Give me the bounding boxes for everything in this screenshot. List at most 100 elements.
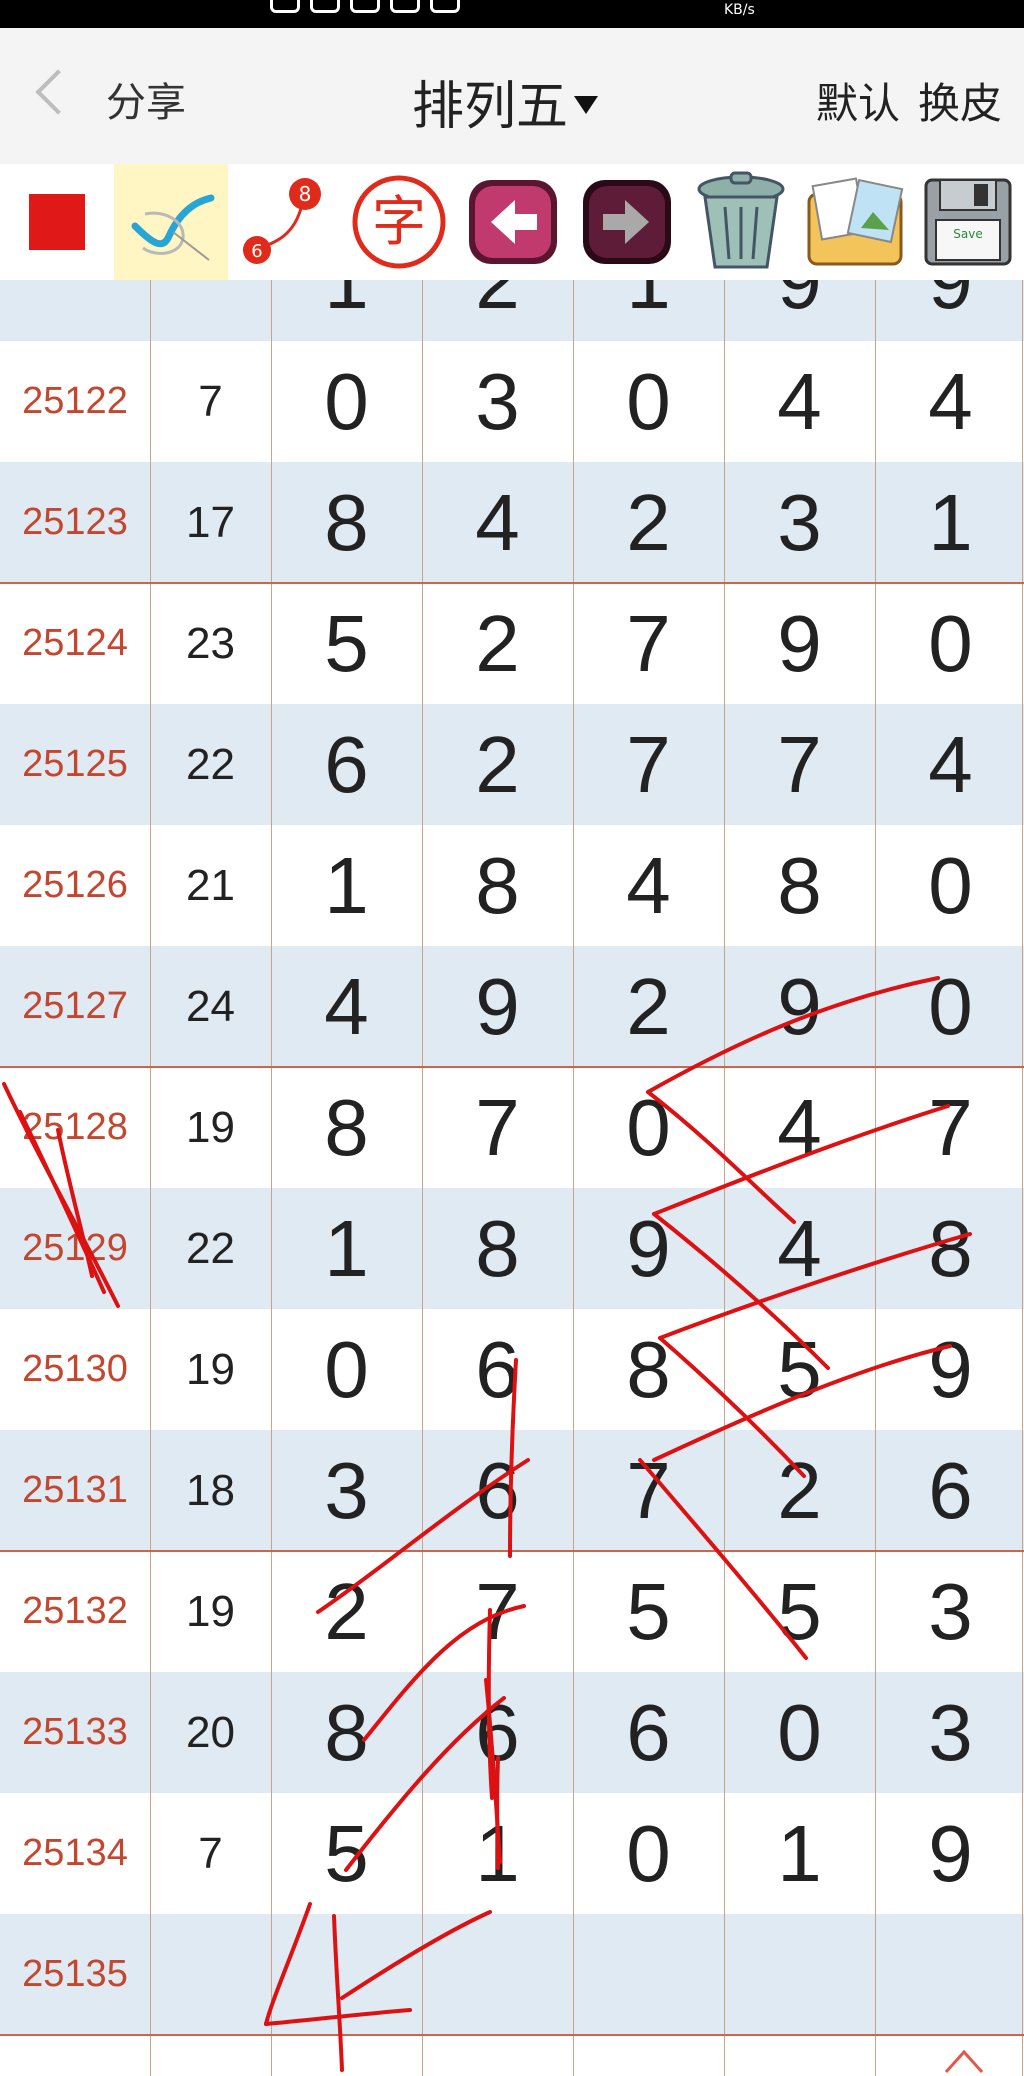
digit-cell[interactable]: 8 [573, 1309, 724, 1430]
digit-cell[interactable]: 9 [724, 946, 875, 1067]
digit-cell[interactable]: 9 [422, 946, 573, 1067]
text-tool-button[interactable]: 字 [342, 164, 456, 280]
digit-cell[interactable]: 6 [422, 1309, 573, 1430]
digit-cell[interactable]: 6 [271, 704, 422, 825]
digit-cell[interactable]: 9 [875, 1309, 1024, 1430]
undo-button[interactable] [456, 164, 570, 280]
digit-cell[interactable] [271, 1914, 422, 2035]
digit-cell[interactable]: 6 [573, 1672, 724, 1793]
digit-cell[interactable]: 1 [271, 1188, 422, 1309]
sum-cell: 24 [186, 981, 235, 1031]
digit-cell[interactable]: 4 [573, 825, 724, 946]
digit-cell[interactable]: 7 [573, 583, 724, 704]
period-cell: 25132 [22, 1590, 128, 1632]
change-skin-button[interactable]: 换皮 [918, 70, 1002, 131]
digit-cell[interactable]: 0 [573, 1793, 724, 1914]
digit-cell[interactable]: 9 [724, 583, 875, 704]
digit-cell[interactable]: 4 [422, 462, 573, 583]
digit-cell[interactable]: 6 [422, 1430, 573, 1551]
scroll-top-icon[interactable] [942, 2046, 986, 2076]
digit-cell[interactable]: 9 [875, 280, 1024, 341]
digit-cell[interactable]: 7 [573, 704, 724, 825]
digit-cell[interactable]: 3 [724, 462, 875, 583]
digit-cell[interactable]: 5 [724, 1551, 875, 1672]
digit-cell[interactable]: 7 [422, 1551, 573, 1672]
digit-cell[interactable]: 4 [271, 946, 422, 1067]
photos-button[interactable] [798, 164, 912, 280]
digit-cell[interactable]: 7 [724, 704, 875, 825]
digit-cell[interactable]: 6 [422, 1672, 573, 1793]
digit-cell[interactable]: 7 [422, 1067, 573, 1188]
share-button[interactable]: 分享 [106, 70, 186, 128]
digit-cell[interactable]: 3 [271, 1430, 422, 1551]
digit-cell[interactable]: 2 [422, 280, 573, 341]
digit-cell[interactable]: 1 [724, 1793, 875, 1914]
digit-cell[interactable]: 8 [271, 462, 422, 583]
save-button[interactable]: Save [912, 164, 1024, 280]
link-tool-button[interactable]: 8 6 [228, 164, 342, 280]
digit-cell[interactable]: 4 [724, 1188, 875, 1309]
digit-cell[interactable]: 8 [271, 1067, 422, 1188]
digit-cell[interactable]: 3 [875, 1672, 1024, 1793]
digit-cell[interactable]: 7 [875, 1067, 1024, 1188]
digit-cell[interactable]: 8 [724, 825, 875, 946]
digit-cell[interactable] [724, 1914, 875, 2035]
digit-cell[interactable]: 6 [875, 1430, 1024, 1551]
digit-cell[interactable]: 1 [573, 280, 724, 341]
digit-cell[interactable]: 1 [271, 825, 422, 946]
digit-cell[interactable]: 4 [875, 341, 1024, 462]
digit-cell[interactable]: 0 [573, 341, 724, 462]
default-button[interactable]: 默认 [816, 70, 900, 131]
digit-cell[interactable]: 2 [271, 1551, 422, 1672]
digit-cell[interactable]: 1 [422, 1793, 573, 1914]
digit-cell[interactable]: 2 [573, 462, 724, 583]
digit-cell[interactable]: 5 [271, 583, 422, 704]
digit-cell[interactable]: 2 [422, 704, 573, 825]
digit-cell[interactable]: 0 [724, 1672, 875, 1793]
digit-cell[interactable]: 8 [422, 1188, 573, 1309]
column-divider [875, 280, 876, 2076]
digit-cell[interactable]: 8 [422, 825, 573, 946]
redo-button[interactable] [570, 164, 684, 280]
digit-cell[interactable] [422, 1914, 573, 2035]
digit-cell[interactable]: 0 [271, 1309, 422, 1430]
digit-cell[interactable] [724, 2035, 875, 2076]
digit-cell[interactable] [875, 1914, 1024, 2035]
back-chevron-icon[interactable] [35, 69, 81, 115]
digit-cell[interactable]: 8 [271, 1672, 422, 1793]
digit-cell[interactable]: 5 [573, 1551, 724, 1672]
digit-cell[interactable]: 3 [422, 341, 573, 462]
lottery-type-selector[interactable]: 排列五 [412, 64, 599, 139]
digit-cell[interactable]: 1 [875, 462, 1024, 583]
digit-cell[interactable]: 8 [875, 1188, 1024, 1309]
digit-cell[interactable] [573, 2035, 724, 2076]
period-cell: 25131 [22, 1469, 128, 1511]
digit-cell[interactable]: 5 [724, 1309, 875, 1430]
digit-cell[interactable]: 0 [875, 583, 1024, 704]
digit-cell[interactable] [573, 1914, 724, 2035]
digit-cell[interactable]: 4 [724, 341, 875, 462]
digit-cell[interactable]: 9 [875, 1793, 1024, 1914]
digit-cell[interactable]: 4 [724, 1067, 875, 1188]
digit-cell[interactable]: 0 [271, 341, 422, 462]
digit-cell[interactable]: 4 [875, 704, 1024, 825]
column-divider [150, 280, 151, 2076]
digit-cell[interactable]: 9 [724, 280, 875, 341]
digit-cell[interactable] [271, 2035, 422, 2076]
digit-cell[interactable]: 9 [573, 1188, 724, 1309]
digit-cell[interactable]: 7 [573, 1430, 724, 1551]
digit-cell[interactable]: 0 [875, 946, 1024, 1067]
group-separator [0, 2034, 1024, 2036]
digit-cell[interactable]: 5 [271, 1793, 422, 1914]
color-picker-button[interactable] [0, 164, 114, 280]
digit-cell[interactable]: 2 [422, 583, 573, 704]
digit-cell[interactable] [422, 2035, 573, 2076]
digit-cell[interactable]: 2 [724, 1430, 875, 1551]
digit-cell[interactable]: 0 [573, 1067, 724, 1188]
digit-cell[interactable]: 3 [875, 1551, 1024, 1672]
clear-button[interactable] [684, 164, 798, 280]
digit-cell[interactable]: 0 [875, 825, 1024, 946]
digit-cell[interactable]: 1 [271, 280, 422, 341]
digit-cell[interactable]: 2 [573, 946, 724, 1067]
pen-tool-button[interactable] [114, 164, 228, 280]
